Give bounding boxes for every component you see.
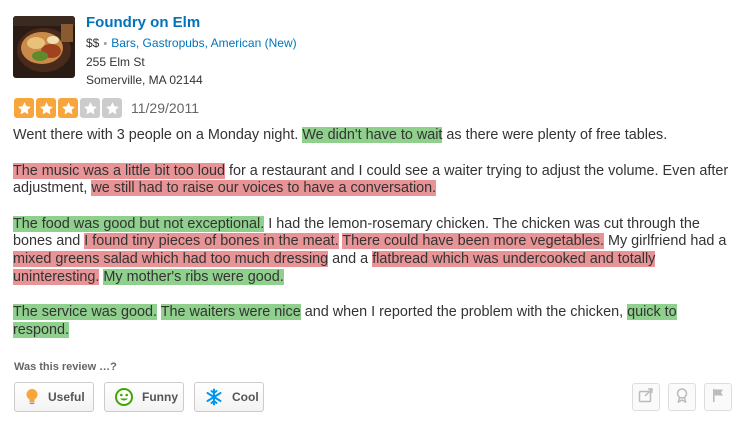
review-paragraph: The food was good but not exceptional. I… — [13, 215, 731, 286]
vote-buttons: Useful Funny Cool — [14, 382, 264, 412]
star-icon — [80, 98, 100, 118]
share-icon — [638, 387, 654, 408]
review-text-segment: My girlfriend had a — [603, 233, 727, 250]
review-paragraph: Went there with 3 people on a Monday nig… — [13, 127, 731, 145]
cool-label: Cool — [232, 390, 259, 404]
funny-button[interactable]: Funny — [104, 382, 184, 412]
separator-dot: • — [103, 38, 108, 50]
review-text-segment: Went there with 3 people on a Monday nig… — [13, 127, 303, 143]
feedback-prompt: Was this review …? — [14, 361, 117, 373]
compliment-button[interactable] — [668, 383, 696, 411]
review-actions — [632, 383, 732, 411]
review-date: 11/29/2011 — [131, 100, 199, 116]
positive-highlight: The service was good. — [13, 304, 157, 321]
flag-button[interactable] — [704, 383, 732, 411]
positive-highlight: We didn't have to wait — [302, 127, 443, 143]
star-icon — [14, 98, 34, 118]
price-range: $$ — [86, 36, 100, 50]
positive-highlight: The food was good but not exceptional. — [13, 215, 265, 232]
positive-highlight: My mother's ribs were good. — [103, 268, 284, 285]
share-button[interactable] — [632, 383, 660, 411]
negative-highlight: mixed greens salad which had too much dr… — [13, 250, 329, 267]
business-photo[interactable] — [13, 16, 75, 78]
smiley-icon — [115, 388, 133, 406]
review-body: Went there with 3 people on a Monday nig… — [13, 127, 731, 357]
business-categories-link[interactable]: Bars, Gastropubs, American (New) — [111, 36, 296, 50]
useful-label: Useful — [48, 390, 85, 404]
cool-button[interactable]: Cool — [194, 382, 264, 412]
compliment-icon — [674, 387, 690, 408]
review-rating: 11/29/2011 — [14, 98, 199, 118]
review-text-segment: as there were plenty of free tables. — [442, 127, 668, 143]
star-rating — [14, 98, 122, 118]
negative-highlight: There could have been more vegetables. — [342, 233, 604, 250]
review-text-segment: and when I reported the problem with the… — [300, 304, 628, 321]
review-text-segment: and a — [328, 250, 373, 267]
funny-label: Funny — [142, 390, 178, 404]
address-street: 255 Elm St — [86, 55, 145, 69]
review-paragraph: The music was a little bit too loud for … — [13, 162, 731, 198]
negative-highlight: The music was a little bit too loud — [13, 162, 225, 179]
flag-icon — [710, 387, 726, 408]
negative-highlight: we still had to raise our voices to have… — [91, 180, 437, 197]
business-name-link[interactable]: Foundry on Elm — [86, 14, 297, 32]
star-icon — [102, 98, 122, 118]
positive-highlight: The waiters were nice — [160, 304, 301, 321]
address-city: Somerville, MA 02144 — [86, 73, 203, 87]
review-paragraph: The service was good. The waiters were n… — [13, 304, 731, 339]
business-meta: $$ • Bars, Gastropubs, American (New) — [86, 35, 297, 53]
food-photo-icon — [13, 16, 75, 78]
star-icon — [58, 98, 78, 118]
business-info: Foundry on Elm $$ • Bars, Gastropubs, Amer… — [86, 14, 297, 89]
negative-highlight: I found tiny pieces of bones in the meat… — [84, 233, 339, 250]
star-icon — [36, 98, 56, 118]
useful-button[interactable]: Useful — [14, 382, 94, 412]
snowflake-icon — [205, 388, 223, 406]
lightbulb-icon — [25, 388, 39, 406]
